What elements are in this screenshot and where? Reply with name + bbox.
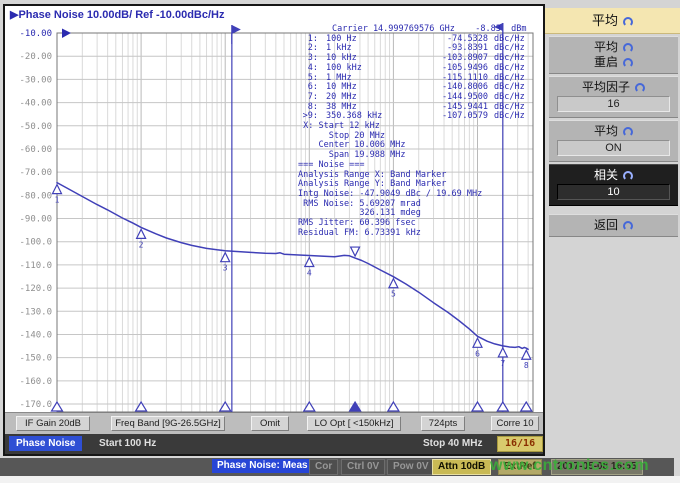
watermark-text: www.cntronics.com (490, 457, 650, 474)
average-factor-value: 16 (557, 96, 670, 112)
marker-table: 1: 100 Hz -74.5328 dBc/Hz 2: 1 kHz -93.8391 dBc… (298, 34, 540, 122)
softkey-correlation[interactable]: 相关 10 (549, 164, 678, 206)
softkey-average-onoff[interactable]: 平均 ON (549, 120, 678, 162)
band-marker-info: X: Start 12 kHz Stop 20 MHz Center 10.00… (298, 121, 540, 161)
trace-title: ▶Phase Noise 10.00dB/ Ref -10.00dBc/Hz (10, 9, 225, 21)
ctrl-voltage-indicator: Ctrl 0V (341, 459, 386, 475)
noise-info-line: Residual FM: 6.73391 kHz (298, 227, 421, 238)
correction-indicator: Cor (309, 459, 339, 475)
softkey-column: 平均 重启 平均因子 16 平均 ON 相关 10 返回 (549, 36, 678, 239)
start-frequency-label: Start 100 Hz (99, 438, 157, 449)
softkey-label: 返回 (593, 218, 618, 232)
points-button[interactable]: 724pts (421, 416, 465, 431)
softkey-label: 平均 (593, 40, 618, 54)
average-onoff-value: ON (557, 140, 670, 156)
system-meas-label[interactable]: Phase Noise: Meas (212, 459, 313, 473)
marker-unit: dBc/Hz (494, 111, 525, 122)
measurement-toolbar: IF Gain 20dB Freq Band [9G-26.5GHz] Omit… (5, 412, 543, 434)
average-count-badge: 16/16 (497, 436, 544, 452)
correlation-value: 10 (557, 184, 670, 200)
softkey-label: 平均 (593, 124, 618, 138)
stop-frequency-label: Stop 40 MHz (423, 438, 483, 449)
softkey-panel: 平均 平均 重启 平均因子 16 平均 ON 相关 10 返回 (545, 0, 680, 458)
softkey-knob-icon (623, 16, 633, 27)
marker-val: -107.0579 (441, 111, 488, 122)
marker-readout: Carrier 14.999769576 GHz -8.83 dBm 1: 100… (298, 24, 540, 239)
softkey-label: 平均因子 (581, 80, 630, 94)
noise-analysis-block: Analysis Range X: Band Marker Analysis Ra… (298, 170, 540, 239)
lo-opt-button[interactable]: LO Opt [ <150kHz] (307, 416, 401, 431)
softkey-sublabel: 重启 (593, 55, 618, 69)
menu-header-label: 平均 (591, 13, 618, 28)
freq-band-button[interactable]: Freq Band [9G-26.5GHz] (111, 416, 225, 431)
page-background-strip (0, 476, 680, 483)
softkey-knob-icon (623, 170, 633, 181)
softkey-knob-icon (623, 126, 633, 137)
menu-header-average[interactable]: 平均 (545, 8, 680, 34)
softkey-label: 相关 (593, 168, 618, 182)
if-gain-button[interactable]: IF Gain 20dB (16, 416, 90, 431)
softkey-average-factor[interactable]: 平均因子 16 (549, 76, 678, 118)
attenuator-indicator: Attn 10dB (432, 459, 492, 475)
softkey-average-restart[interactable]: 平均 重启 (549, 36, 678, 74)
softkey-knob-icon (623, 42, 633, 53)
softkey-knob-icon (623, 220, 633, 231)
correlation-button[interactable]: Corre 10 (491, 416, 539, 431)
power-voltage-indicator: Pow 0V (387, 459, 435, 475)
omit-button[interactable]: Omit (251, 416, 289, 431)
softkey-knob-icon (635, 82, 645, 93)
softkey-knob-icon (623, 57, 633, 68)
trace-status-bar: Phase Noise Start 100 Hz Stop 40 MHz 16/… (5, 434, 544, 454)
mode-tab-phase-noise[interactable]: Phase Noise (9, 436, 83, 451)
softkey-return[interactable]: 返回 (549, 214, 678, 237)
